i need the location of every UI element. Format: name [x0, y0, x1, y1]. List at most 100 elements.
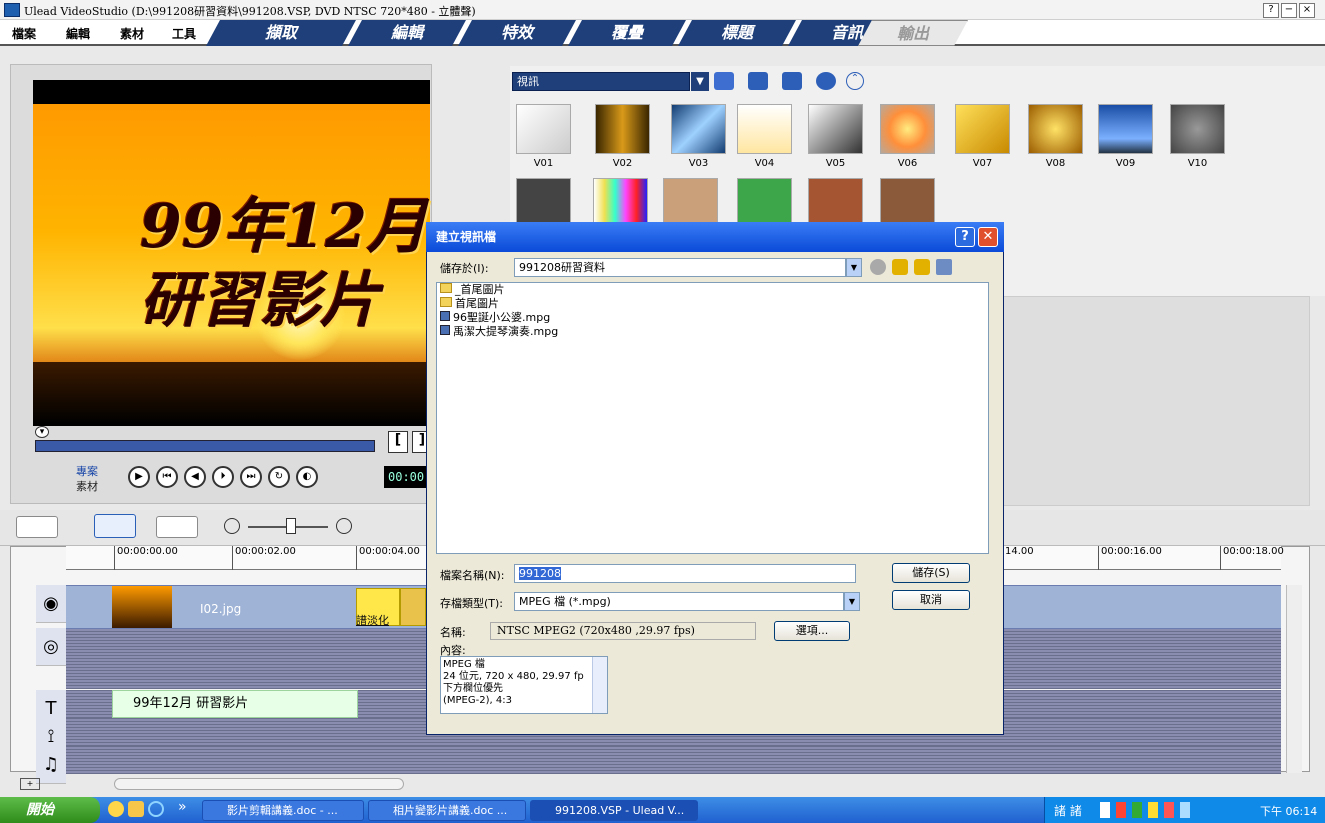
thumb-v10[interactable]	[1170, 104, 1225, 154]
volume-icon[interactable]: ◐	[296, 466, 318, 488]
thumb-row2[interactable]	[880, 178, 935, 228]
thumb-label: V07	[972, 158, 993, 169]
zoom-handle[interactable]	[286, 518, 296, 534]
tab-edit[interactable]: 編輯	[348, 20, 466, 46]
taskbar-item[interactable]: 影片剪輯講義.doc - ...	[202, 800, 364, 821]
thumb-v08[interactable]	[1028, 104, 1083, 154]
thumb-v09[interactable]	[1098, 104, 1153, 154]
next-frame-icon[interactable]: ⏵	[212, 466, 234, 488]
timeline-view-icon[interactable]	[94, 514, 136, 538]
thumb-row2[interactable]	[808, 178, 863, 228]
help-button[interactable]: ?	[1263, 3, 1279, 18]
start-button[interactable]: 開始	[0, 797, 100, 823]
mode-clip[interactable]: 素材	[76, 478, 98, 494]
thumb-row2[interactable]	[593, 178, 648, 228]
options-button[interactable]: 選項...	[774, 621, 850, 641]
minimize-button[interactable]: −	[1281, 3, 1297, 18]
sort-icon[interactable]	[748, 72, 768, 90]
quicklaunch-icon[interactable]	[108, 801, 124, 817]
thumb-row2[interactable]	[737, 178, 792, 228]
collapse-icon[interactable]: ⌃	[846, 72, 864, 90]
music-track-icon[interactable]: ♫	[36, 746, 66, 784]
storyboard-view-icon[interactable]	[16, 516, 58, 538]
menu-edit[interactable]: 編輯	[66, 25, 90, 42]
dialog-close-button[interactable]: ✕	[978, 227, 998, 247]
taskbar-chevron-icon[interactable]: »	[178, 799, 187, 815]
play-icon[interactable]: ▶	[128, 466, 150, 488]
views-menu-icon[interactable]	[936, 259, 952, 275]
video-track-icon[interactable]: ◉	[36, 585, 66, 623]
add-track-icon[interactable]: +	[20, 778, 40, 790]
menu-tools[interactable]: 工具	[172, 25, 196, 42]
menu-file[interactable]: 檔案	[12, 25, 36, 42]
new-folder-icon[interactable]	[914, 259, 930, 275]
file-item-folder[interactable]: _首尾圖片	[437, 283, 988, 297]
thumb-row2[interactable]	[516, 178, 571, 228]
chevron-down-icon[interactable]: ▼	[846, 258, 862, 277]
thumb-v03[interactable]	[671, 104, 726, 154]
file-item-video[interactable]: 禹潔大提琴演奏.mpg	[437, 325, 988, 339]
mark-in-button[interactable]: [	[388, 431, 408, 453]
tab-title[interactable]: 標題	[678, 20, 796, 46]
tab-effect[interactable]: 特效	[458, 20, 576, 46]
thumb-v05[interactable]	[808, 104, 863, 154]
clock: 下午 06:14	[1260, 805, 1318, 818]
chevron-down-icon[interactable]: ▼	[691, 72, 709, 91]
dialog-help-button[interactable]: ?	[955, 227, 975, 247]
overlay-track-icon[interactable]: ◎	[36, 628, 66, 666]
tray-icons[interactable]	[1100, 802, 1240, 818]
back-icon[interactable]	[870, 259, 886, 275]
prev-frame-icon[interactable]: ◀	[184, 466, 206, 488]
thumb-v02[interactable]	[595, 104, 650, 154]
transition-clip-2[interactable]	[400, 588, 426, 626]
timeline-vscroll[interactable]	[1286, 585, 1302, 773]
content-scrollbar[interactable]	[592, 657, 607, 713]
library-category-select[interactable]: 視訊	[512, 72, 690, 91]
scrub-bar[interactable]	[35, 440, 375, 452]
file-list[interactable]: _首尾圖片 首尾圖片 96聖誕小公婆.mpg 禹潔大提琴演奏.mpg	[436, 282, 989, 554]
timeline-hscroll[interactable]	[114, 778, 404, 790]
savanna-ground	[33, 362, 430, 424]
thumb-v07[interactable]	[955, 104, 1010, 154]
timecode-display[interactable]: 00:00	[384, 466, 430, 488]
title-clip[interactable]: 99年12月 研習影片	[112, 690, 358, 718]
close-button[interactable]: ×	[1299, 3, 1315, 18]
save-in-select[interactable]: 991208研習資料	[514, 258, 846, 277]
ime-indicator[interactable]: 諸 諸	[1054, 802, 1082, 819]
thumb-row2[interactable]	[663, 178, 718, 228]
repeat-icon[interactable]: ↻	[268, 466, 290, 488]
zoom-out-icon[interactable]	[224, 518, 240, 534]
menu-clip[interactable]: 素材	[120, 25, 144, 42]
tab-overlay[interactable]: 覆疊	[568, 20, 686, 46]
thumb-v01[interactable]	[516, 104, 571, 154]
cancel-button[interactable]: 取消	[892, 590, 970, 610]
music-track[interactable]	[66, 746, 1281, 774]
refresh-icon[interactable]	[816, 72, 836, 90]
quicklaunch-icon[interactable]	[128, 801, 144, 817]
content-box[interactable]: MPEG 檔 24 位元, 720 x 480, 29.97 fp 下方欄位優先…	[440, 656, 608, 714]
audio-view-icon[interactable]	[156, 516, 198, 538]
home-icon[interactable]: ⏮	[156, 466, 178, 488]
save-button[interactable]: 儲存(S)	[892, 563, 970, 583]
scrub-handle-icon[interactable]: ▾	[35, 426, 49, 438]
chevron-down-icon[interactable]: ▼	[844, 592, 860, 611]
taskbar-item[interactable]: 相片變影片講義.doc ...	[368, 800, 526, 821]
file-item-folder[interactable]: 首尾圖片	[437, 297, 988, 311]
thumb-v06[interactable]	[880, 104, 935, 154]
file-name-input[interactable]: 991208	[514, 564, 856, 583]
tab-share[interactable]: 輸出	[858, 20, 968, 46]
ie-icon[interactable]	[148, 801, 164, 817]
zoom-in-icon[interactable]	[336, 518, 352, 534]
save-in-label: 儲存於(I):	[440, 262, 489, 275]
file-item-video[interactable]: 96聖誕小公婆.mpg	[437, 311, 988, 325]
folder-icon[interactable]	[714, 72, 734, 90]
tab-capture[interactable]: 擷取	[206, 20, 356, 46]
thumb-v04[interactable]	[737, 104, 792, 154]
file-type-select[interactable]: MPEG 檔 (*.mpg)	[514, 592, 844, 611]
mode-project[interactable]: 專案	[76, 463, 98, 479]
taskbar-item-active[interactable]: 991208.VSP - Ulead V...	[530, 800, 698, 821]
options-icon[interactable]	[782, 72, 802, 90]
end-icon[interactable]: ⏭	[240, 466, 262, 488]
clip-thumbnail[interactable]	[112, 586, 172, 628]
up-folder-icon[interactable]	[892, 259, 908, 275]
